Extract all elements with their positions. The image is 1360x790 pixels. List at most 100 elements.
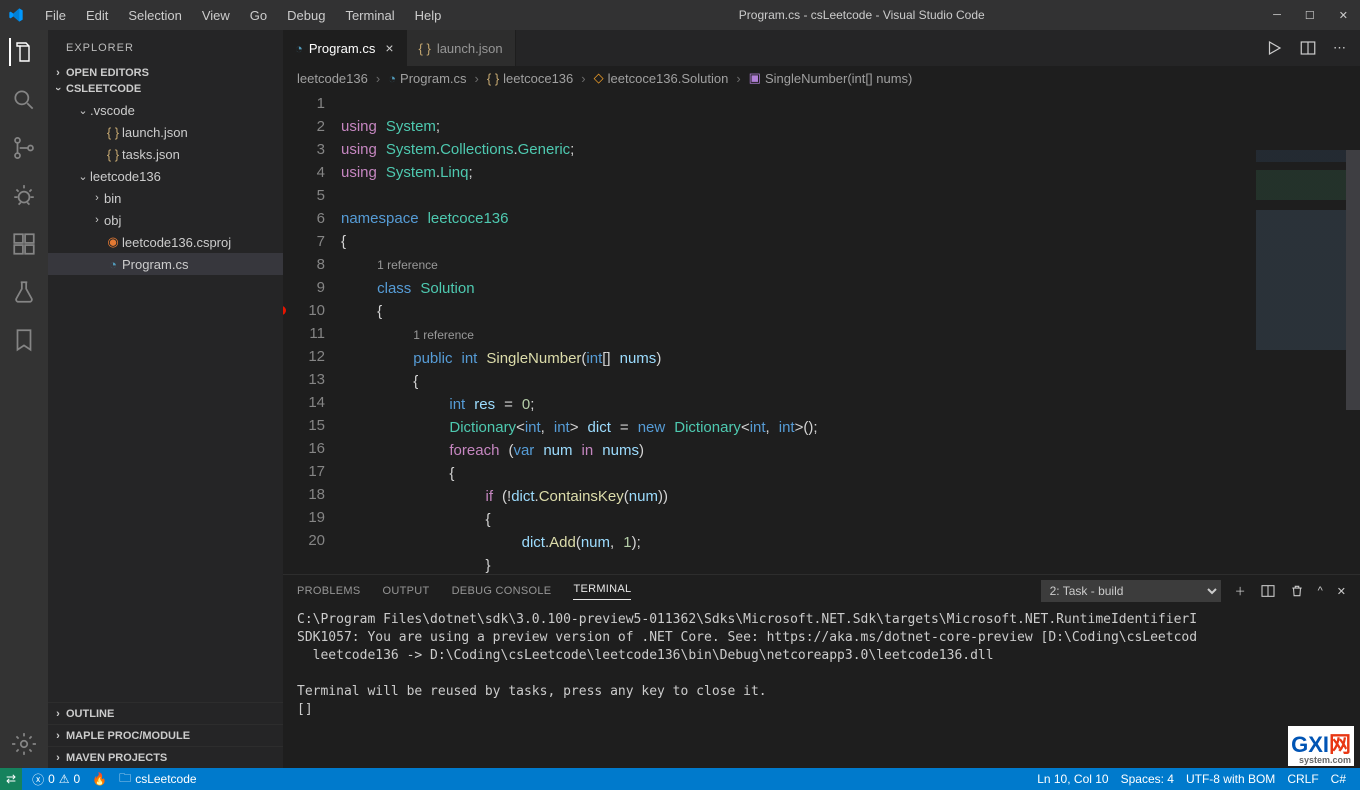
tree-item[interactable]: ⌄.vscode xyxy=(48,99,283,121)
minimize-button[interactable]: ─ xyxy=(1273,9,1281,22)
status-lang[interactable]: C# xyxy=(1325,772,1352,786)
panel-problems[interactable]: PROBLEMS xyxy=(297,585,361,597)
minimap[interactable] xyxy=(1256,150,1346,350)
breadcrumb-method[interactable]: SingleNumber(int[] nums) xyxy=(765,71,912,86)
json-icon: { } xyxy=(104,125,122,140)
breadcrumb-folder[interactable]: leetcode136 xyxy=(297,71,368,86)
tree-item[interactable]: ›obj xyxy=(48,209,283,231)
extensions-icon[interactable] xyxy=(10,230,38,258)
outline-section[interactable]: ›OUTLINE xyxy=(48,702,283,724)
remote-indicator[interactable]: ⇄ xyxy=(0,768,22,790)
terminal-selector[interactable]: 2: Task - build xyxy=(1041,580,1221,602)
tree-item-label: Program.cs xyxy=(122,257,188,272)
menu-selection[interactable]: Selection xyxy=(119,4,190,27)
status-bar: ⇄ ⓧ0 ⚠0 🔥 🗀csLeetcode Ln 10, Col 10 Spac… xyxy=(0,768,1360,790)
debug-icon[interactable] xyxy=(10,182,38,210)
tree-item[interactable]: ◉leetcode136.csproj xyxy=(48,231,283,253)
close-tab-icon[interactable]: × xyxy=(385,40,393,56)
split-terminal-icon[interactable] xyxy=(1260,583,1276,599)
tree-item[interactable]: ◔Program.cs xyxy=(48,253,283,275)
close-button[interactable]: ✕ xyxy=(1339,9,1348,22)
editor-tab[interactable]: ◔Program.cs× xyxy=(283,30,407,66)
tree-item-label: .vscode xyxy=(90,103,135,118)
status-sync[interactable]: 🔥 xyxy=(86,772,113,786)
explorer-icon[interactable] xyxy=(9,38,37,66)
tree-item[interactable]: ›bin xyxy=(48,187,283,209)
test-icon[interactable] xyxy=(10,278,38,306)
file-tree: ⌄.vscode{ }launch.json{ }tasks.json⌄leet… xyxy=(48,97,283,277)
chevron-right-icon: › xyxy=(90,214,104,226)
settings-gear-icon[interactable] xyxy=(10,730,38,758)
breadcrumb-class[interactable]: leetcoce136.Solution xyxy=(608,71,729,86)
sync-icon: 🔥 xyxy=(92,772,107,786)
menu-bar: File Edit Selection View Go Debug Termin… xyxy=(36,4,450,27)
tab-label: Program.cs xyxy=(309,41,375,56)
activity-bar xyxy=(0,30,48,768)
outline-label: OUTLINE xyxy=(66,708,114,720)
scrollbar-thumb[interactable] xyxy=(1346,150,1360,410)
close-panel-icon[interactable]: ✕ xyxy=(1337,585,1346,598)
json-icon: { } xyxy=(104,147,122,162)
source-control-icon[interactable] xyxy=(10,134,38,162)
json-icon: { } xyxy=(419,41,431,56)
panel-output[interactable]: OUTPUT xyxy=(383,585,430,597)
maple-section[interactable]: ›MAPLE PROC/MODULE xyxy=(48,724,283,746)
menu-view[interactable]: View xyxy=(193,4,239,27)
run-icon[interactable] xyxy=(1265,39,1283,57)
code-content[interactable]: using System; using System.Collections.G… xyxy=(341,90,1360,574)
tabs-bar: ◔Program.cs×{ }launch.json ⋯ xyxy=(283,30,1360,66)
maple-label: MAPLE PROC/MODULE xyxy=(66,730,190,742)
status-folder[interactable]: 🗀csLeetcode xyxy=(113,769,202,790)
status-spaces[interactable]: Spaces: 4 xyxy=(1115,772,1180,786)
editor-tab[interactable]: { }launch.json xyxy=(407,30,516,66)
breadcrumb[interactable]: leetcode136› ◔ Program.cs› { } leetcoce1… xyxy=(283,66,1360,90)
new-terminal-icon[interactable]: ＋ xyxy=(1235,583,1246,599)
project-section[interactable]: ›CSLEETCODE xyxy=(48,81,283,97)
tree-item-label: leetcode136.csproj xyxy=(122,235,231,250)
tree-item[interactable]: { }tasks.json xyxy=(48,143,283,165)
title-bar: File Edit Selection View Go Debug Termin… xyxy=(0,0,1360,30)
namespace-icon: { } xyxy=(487,71,499,86)
code-editor[interactable]: 1234567891011121314151617181920 using Sy… xyxy=(283,90,1360,574)
codelens-ref2[interactable]: 1 reference xyxy=(413,328,474,342)
vscode-logo-icon xyxy=(8,7,24,23)
menu-edit[interactable]: Edit xyxy=(77,4,117,27)
status-eol[interactable]: CRLF xyxy=(1281,772,1324,786)
menu-file[interactable]: File xyxy=(36,4,75,27)
sidebar-header: EXPLORER xyxy=(48,30,283,65)
tree-item-label: tasks.json xyxy=(122,147,180,162)
maximize-panel-icon[interactable]: ^ xyxy=(1318,585,1323,597)
panel-terminal[interactable]: TERMINAL xyxy=(573,583,631,600)
search-icon[interactable] xyxy=(10,86,38,114)
tree-item-label: obj xyxy=(104,213,121,228)
menu-help[interactable]: Help xyxy=(406,4,451,27)
split-editor-icon[interactable] xyxy=(1299,39,1317,57)
tree-item-label: launch.json xyxy=(122,125,188,140)
open-editors-section[interactable]: ›OPEN EDITORS xyxy=(48,65,283,81)
breadcrumb-namespace[interactable]: leetcoce136 xyxy=(503,71,573,86)
maven-section[interactable]: ›MAVEN PROJECTS xyxy=(48,746,283,768)
cs-icon: ◔ xyxy=(104,257,122,272)
breadcrumb-file[interactable]: Program.cs xyxy=(400,71,466,86)
project-label: CSLEETCODE xyxy=(66,83,141,95)
menu-debug[interactable]: Debug xyxy=(278,4,334,27)
status-errors[interactable]: ⓧ0 ⚠0 xyxy=(26,771,86,788)
status-encoding[interactable]: UTF-8 with BOM xyxy=(1180,772,1281,786)
maximize-button[interactable]: ☐ xyxy=(1305,9,1315,22)
codelens-ref1[interactable]: 1 reference xyxy=(377,258,438,272)
terminal-body[interactable]: C:\Program Files\dotnet\sdk\3.0.100-prev… xyxy=(283,607,1360,768)
status-ln-col[interactable]: Ln 10, Col 10 xyxy=(1031,772,1114,786)
editor-area: ◔Program.cs×{ }launch.json ⋯ leetcode136… xyxy=(283,30,1360,768)
more-icon[interactable]: ⋯ xyxy=(1333,40,1346,56)
menu-terminal[interactable]: Terminal xyxy=(336,4,403,27)
tree-item[interactable]: ⌄leetcode136 xyxy=(48,165,283,187)
bookmark-icon[interactable] xyxy=(10,326,38,354)
chevron-down-icon: ⌄ xyxy=(76,170,90,183)
menu-go[interactable]: Go xyxy=(241,4,276,27)
panel-debug-console[interactable]: DEBUG CONSOLE xyxy=(452,585,552,597)
panel-tabs: PROBLEMS OUTPUT DEBUG CONSOLE TERMINAL 2… xyxy=(283,575,1360,607)
open-editors-label: OPEN EDITORS xyxy=(66,67,149,79)
kill-terminal-icon[interactable] xyxy=(1290,584,1304,598)
csproj-icon: ◉ xyxy=(104,234,122,250)
tree-item[interactable]: { }launch.json xyxy=(48,121,283,143)
